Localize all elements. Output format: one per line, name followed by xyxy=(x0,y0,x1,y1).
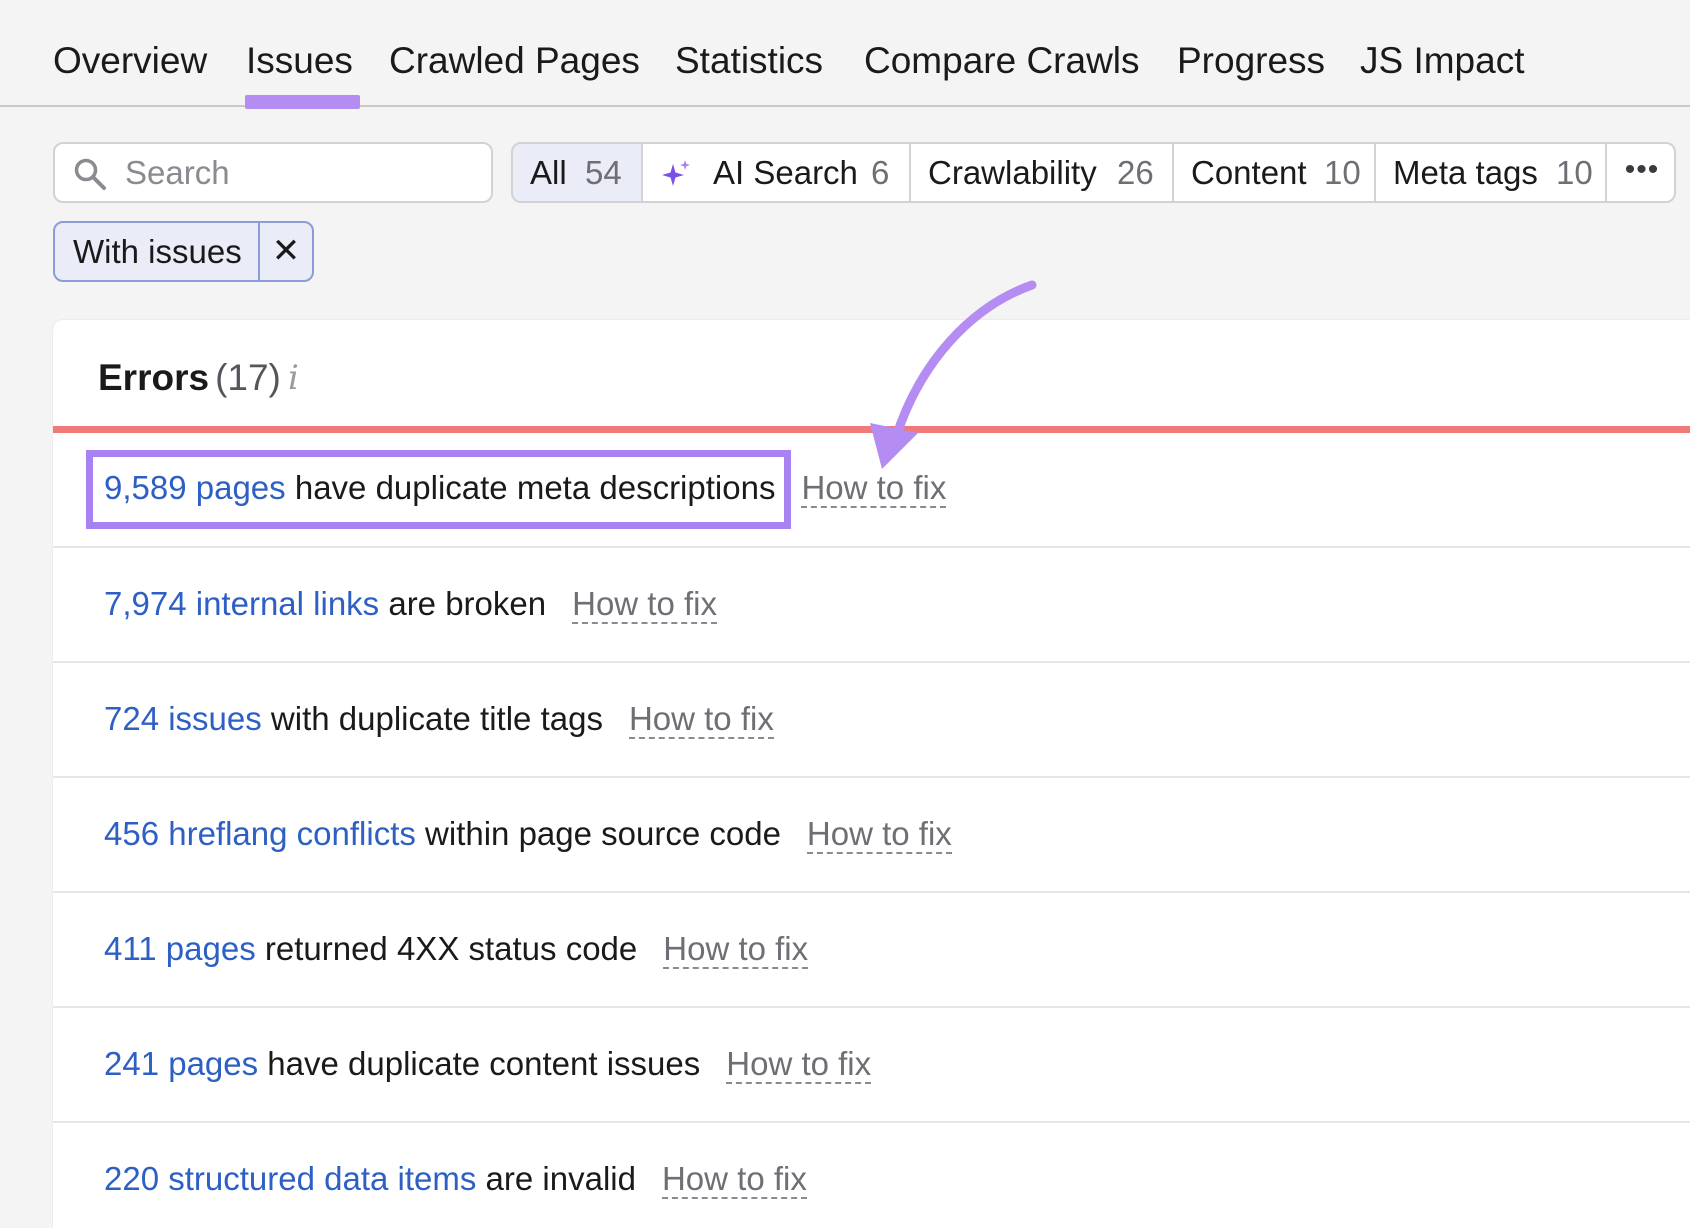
errors-count: (17) xyxy=(215,357,281,398)
filter-all[interactable]: All 54 xyxy=(513,144,643,201)
issue-link[interactable]: 724 issues xyxy=(104,700,262,737)
how-to-fix-link[interactable]: How to fix xyxy=(806,815,952,854)
how-to-fix-link[interactable]: How to fix xyxy=(572,585,717,624)
filter-meta-tags[interactable]: Meta tags 10 xyxy=(1376,144,1607,201)
how-to-fix-link[interactable]: How to fix xyxy=(661,1160,807,1199)
how-to-fix-link[interactable]: How to fix xyxy=(628,700,774,739)
how-to-fix-link[interactable]: How to fix xyxy=(663,930,809,969)
annotation-arrow-icon xyxy=(870,280,1037,469)
issue-link[interactable]: 456 hreflang conflicts xyxy=(104,815,416,852)
top-tabs: Overview Issues Crawled Pages Statistics… xyxy=(0,0,1690,109)
with-issues-filter-chip: With issues ✕ xyxy=(53,221,314,282)
issue-link[interactable]: 220 structured data items xyxy=(104,1160,476,1197)
filter-ai-search-label: AI Search xyxy=(713,154,858,191)
filter-content-label: Content xyxy=(1191,154,1307,191)
with-issues-label: With issues xyxy=(73,233,242,270)
filter-crawlability-label: Crawlability xyxy=(928,154,1097,191)
sparkle-icon xyxy=(662,160,690,186)
issue-description: returned 4XX status code xyxy=(255,930,638,967)
info-icon[interactable]: i xyxy=(288,358,299,398)
issue-description: are broken xyxy=(379,585,547,622)
issue-row: 456 hreflang conflicts within page sourc… xyxy=(53,778,1690,893)
search-input[interactable] xyxy=(125,152,475,194)
filter-ai-search-count: 6 xyxy=(871,154,890,191)
highlight-annotation-box xyxy=(86,450,791,529)
tab-issues[interactable]: Issues xyxy=(246,38,353,84)
filter-content[interactable]: Content 10 xyxy=(1174,144,1376,201)
tab-compare-crawls[interactable]: Compare Crawls xyxy=(864,38,1140,84)
issue-row: 724 issues with duplicate title tags How … xyxy=(53,663,1690,778)
issue-description: within page source code xyxy=(415,815,781,852)
filter-meta-tags-label: Meta tags xyxy=(1393,154,1538,191)
how-to-fix-link[interactable]: How to fix xyxy=(726,1045,872,1084)
tab-crawled-pages[interactable]: Crawled Pages xyxy=(389,38,640,84)
remove-filter-close-icon[interactable]: ✕ xyxy=(258,223,312,280)
filter-crawlability[interactable]: Crawlability 26 xyxy=(911,144,1174,201)
issue-row: 411 pages returned 4XX status code How to… xyxy=(53,893,1690,1008)
issue-description: are invalid xyxy=(476,1160,636,1197)
tab-overview[interactable]: Overview xyxy=(53,38,207,84)
filter-meta-tags-count: 10 xyxy=(1556,154,1593,191)
issue-row: 7,974 internal links are broken How to fi… xyxy=(53,548,1690,663)
issue-description: with duplicate title tags xyxy=(261,700,603,737)
issue-row: 220 structured data items are invalid How… xyxy=(53,1123,1690,1228)
errors-title: Errors xyxy=(98,357,210,398)
issue-description: have duplicate content issues xyxy=(258,1045,701,1082)
more-filters-button[interactable]: ••• xyxy=(1607,144,1674,201)
filter-all-label: All xyxy=(530,154,567,191)
issue-category-filters: All 54 AI Search 6 Crawlability 26 Conte… xyxy=(511,142,1676,203)
active-tab-indicator xyxy=(245,95,360,109)
issue-row: 241 pages have duplicate content issues H… xyxy=(53,1008,1690,1123)
issue-link[interactable]: 7,974 internal links xyxy=(104,585,379,622)
tab-js-impact[interactable]: JS Impact xyxy=(1360,38,1525,84)
errors-header: Errors (17) xyxy=(98,354,281,402)
filter-content-count: 10 xyxy=(1324,154,1361,191)
filter-all-count: 54 xyxy=(585,154,622,191)
search-icon xyxy=(74,158,106,190)
tab-statistics[interactable]: Statistics xyxy=(675,38,823,84)
filter-crawlability-count: 26 xyxy=(1117,154,1154,191)
issue-link[interactable]: 241 pages xyxy=(104,1045,258,1082)
tab-progress[interactable]: Progress xyxy=(1177,38,1325,84)
search-box[interactable] xyxy=(53,142,493,203)
filter-ai-search[interactable]: AI Search 6 xyxy=(643,144,911,201)
issue-link[interactable]: 411 pages xyxy=(104,930,256,967)
